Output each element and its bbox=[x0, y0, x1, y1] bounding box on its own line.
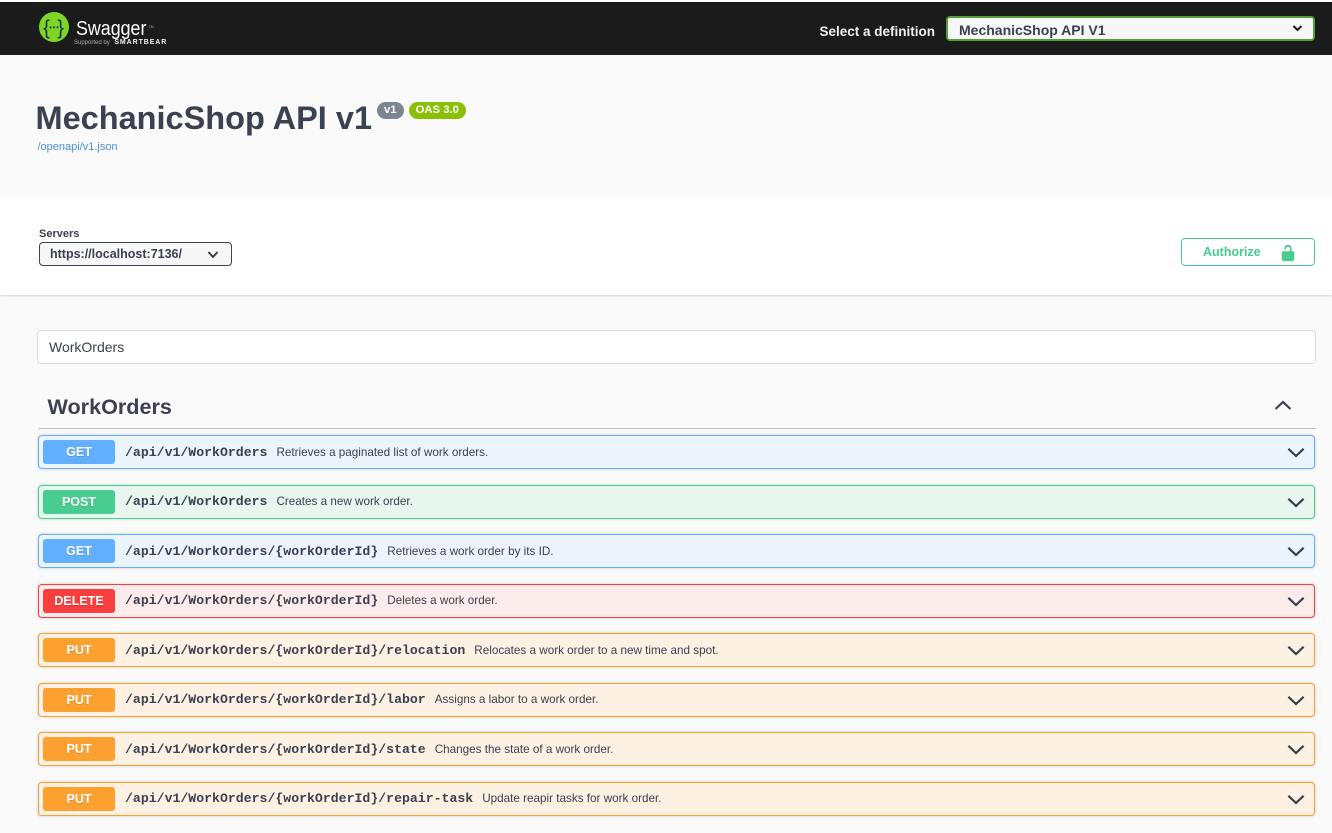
svg-text:}: } bbox=[57, 17, 64, 39]
svg-text:{: { bbox=[43, 17, 50, 39]
